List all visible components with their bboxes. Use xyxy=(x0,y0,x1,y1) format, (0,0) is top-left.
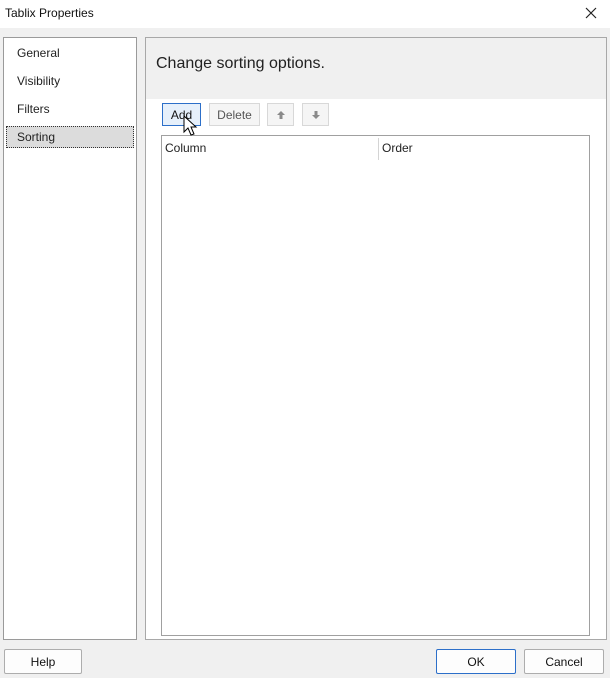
ok-button[interactable]: OK xyxy=(436,649,516,674)
sorting-panel: Change sorting options. Add Delete Colum… xyxy=(145,37,607,640)
arrow-down-icon xyxy=(311,110,320,119)
property-nav: General Visibility Filters Sorting xyxy=(3,37,137,640)
title-bar: Tablix Properties xyxy=(0,0,610,28)
cancel-button[interactable]: Cancel xyxy=(524,649,604,674)
nav-item-sorting[interactable]: Sorting xyxy=(6,126,134,148)
close-icon xyxy=(585,7,597,19)
column-divider[interactable] xyxy=(378,138,379,160)
arrow-up-icon xyxy=(276,110,285,119)
close-button[interactable] xyxy=(574,0,608,26)
nav-item-filters[interactable]: Filters xyxy=(6,98,134,120)
add-button[interactable]: Add xyxy=(162,103,201,126)
panel-heading: Change sorting options. xyxy=(156,55,325,72)
nav-item-general[interactable]: General xyxy=(6,42,134,64)
sort-grid[interactable]: Column Order xyxy=(161,135,590,636)
panel-header: Change sorting options. xyxy=(146,38,606,99)
column-header-column[interactable]: Column xyxy=(165,136,206,160)
move-up-button[interactable] xyxy=(267,103,294,126)
nav-item-visibility[interactable]: Visibility xyxy=(6,70,134,92)
delete-button[interactable]: Delete xyxy=(209,103,260,126)
move-down-button[interactable] xyxy=(302,103,329,126)
help-button[interactable]: Help xyxy=(4,649,82,674)
window-title: Tablix Properties xyxy=(5,6,94,20)
column-header-order[interactable]: Order xyxy=(382,136,413,160)
